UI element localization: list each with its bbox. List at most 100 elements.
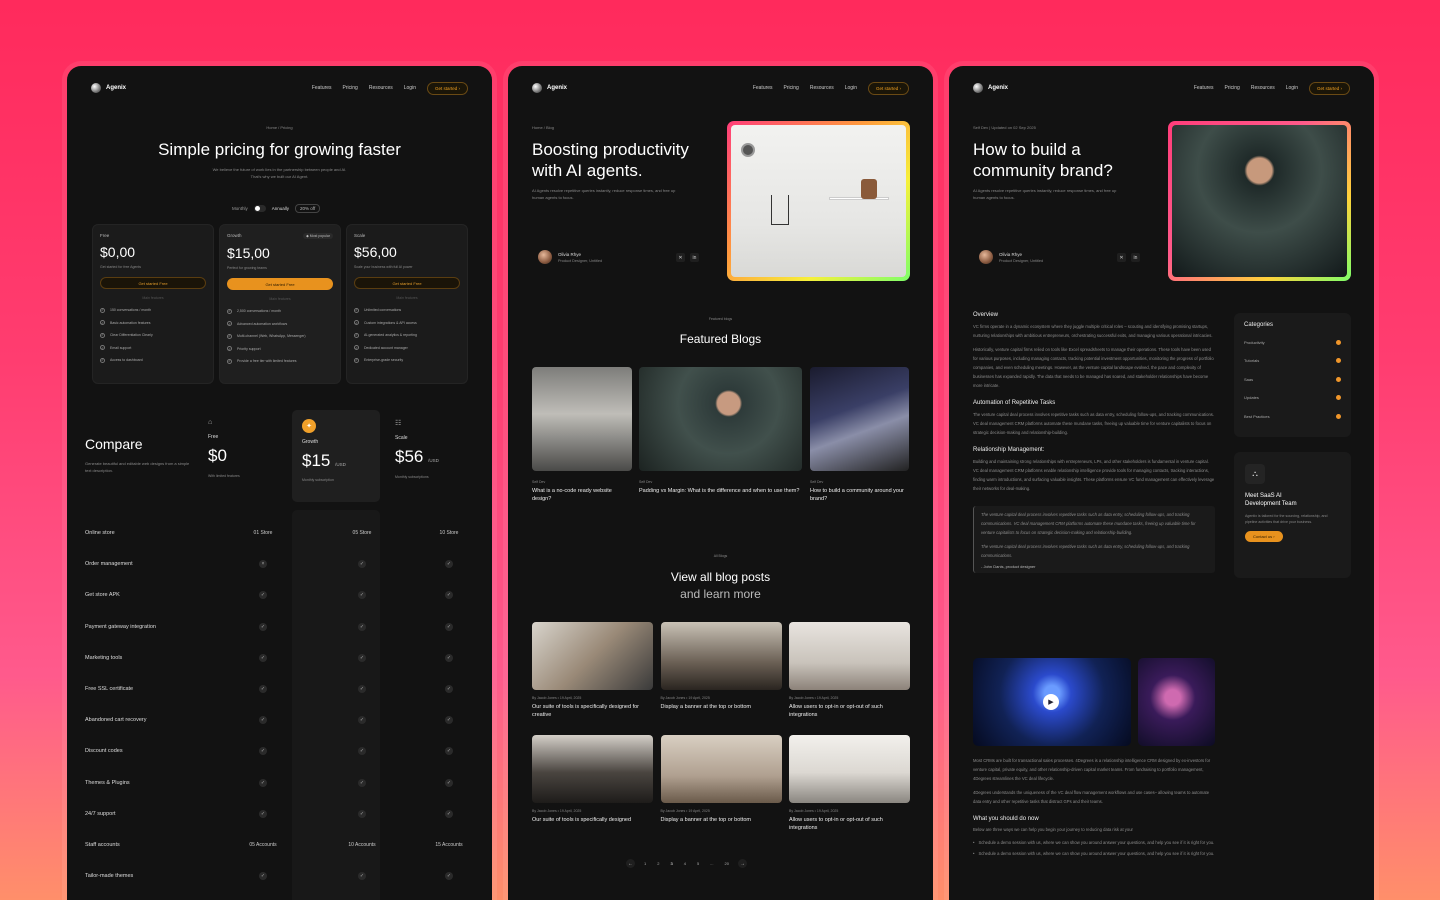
post-title[interactable]: Our suite of tools is specifically desig… bbox=[532, 817, 653, 825]
billing-switch[interactable] bbox=[253, 205, 266, 212]
category-list: Productivity Tutorials Saas Updates Best Pra… bbox=[1244, 333, 1341, 426]
linkedin-icon[interactable]: in bbox=[690, 253, 699, 262]
nav-link-login[interactable]: Login bbox=[404, 85, 416, 91]
category-item[interactable]: Updates bbox=[1244, 389, 1341, 408]
featured-category: Self Dev bbox=[639, 480, 653, 484]
post-card[interactable]: By Jacob Jones • 19 April, 2025 Display a… bbox=[660, 735, 782, 825]
cross-icon: × bbox=[233, 560, 293, 569]
featured-title-text[interactable]: Padding vs Margin: What is the differenc… bbox=[639, 488, 802, 496]
plan-cta-button[interactable]: Get started Free bbox=[100, 277, 206, 289]
nav-link-resources[interactable]: Resources bbox=[1251, 85, 1275, 91]
all-blogs-title-line1: View all blog posts bbox=[670, 570, 771, 584]
plan-cta-button[interactable]: Get started Free bbox=[354, 277, 460, 289]
social-links: ✕ in bbox=[676, 253, 699, 262]
compare-row: Abandoned cart recovery ✓ ✓ ✓ bbox=[85, 711, 474, 729]
nav-link-features[interactable]: Features bbox=[312, 85, 332, 91]
post-card[interactable]: By Jacob Jones • 19 April, 2025 Allow use… bbox=[789, 735, 910, 832]
featured-title-text[interactable]: What is a no-code ready website design? bbox=[532, 488, 632, 503]
category-item[interactable]: Saas bbox=[1244, 370, 1341, 389]
page-number[interactable]: 1 bbox=[644, 861, 646, 866]
nav-link-features[interactable]: Features bbox=[1194, 85, 1214, 91]
twitter-icon[interactable]: ✕ bbox=[1117, 253, 1126, 262]
post-title[interactable]: Our suite of tools is specifically desig… bbox=[532, 704, 653, 719]
nav-link-pricing[interactable]: Pricing bbox=[784, 85, 799, 91]
row-value: 05 Store bbox=[352, 530, 372, 536]
page-number[interactable]: 4 bbox=[684, 861, 686, 866]
feature-item: ✓ Email support bbox=[100, 345, 206, 350]
section-heading: Overview bbox=[973, 312, 999, 318]
post-meta: By Jacob Jones • 19 April, 2025 bbox=[660, 696, 710, 700]
check-icon: ✓ bbox=[100, 332, 105, 338]
get-started-button[interactable]: Get started › bbox=[867, 81, 909, 95]
nav-link-pricing[interactable]: Pricing bbox=[343, 85, 358, 91]
all-blogs-eyebrow: All Blogs bbox=[713, 554, 728, 558]
get-started-button[interactable]: Get started › bbox=[426, 81, 468, 95]
check-icon: ✓ bbox=[358, 685, 366, 693]
nav-link-login[interactable]: Login bbox=[1286, 85, 1298, 91]
post-title[interactable]: Display a banner at the top or bottom bbox=[661, 704, 782, 712]
post-title[interactable]: Allow users to opt-in or opt-out of such… bbox=[789, 704, 910, 719]
hero-desc: AI Agents resolve repetitive queries ins… bbox=[973, 188, 1117, 200]
post-meta: By Jacob Jones • 19 April, 2025 bbox=[789, 696, 839, 700]
hero-image-frame bbox=[727, 121, 910, 281]
nav-link-resources[interactable]: Resources bbox=[369, 85, 393, 91]
quote-author: - John Danis, product designer bbox=[981, 564, 1036, 569]
post-card[interactable]: By Jacob Jones • 19 April, 2025 Our suite… bbox=[532, 622, 653, 719]
page-number[interactable]: 5 bbox=[697, 861, 699, 866]
section-heading: Automation of Repetitive Tasks bbox=[973, 400, 1056, 406]
get-started-button[interactable]: Get started › bbox=[1308, 81, 1350, 95]
page-number[interactable]: ... bbox=[710, 861, 713, 866]
check-icon: ✓ bbox=[259, 685, 267, 693]
nav-link-login[interactable]: Login bbox=[845, 85, 857, 91]
plan-cta-button[interactable]: Get started Free bbox=[227, 278, 333, 290]
plan-card-free: Free $0,00 Get started for free Agents G… bbox=[92, 224, 214, 384]
hero-title: Boosting productivity with AI agents. bbox=[532, 139, 689, 181]
promo-title: Meet SaaS AI Development Team bbox=[1245, 492, 1340, 508]
nav-link-features[interactable]: Features bbox=[753, 85, 773, 91]
brand-logo[interactable]: Agenix bbox=[532, 83, 567, 93]
check-icon: ✓ bbox=[445, 653, 453, 662]
linkedin-icon[interactable]: in bbox=[1131, 253, 1140, 262]
billing-toggle: Monthly Annually 20% off bbox=[232, 204, 321, 213]
post-title[interactable]: Allow users to opt-in or opt-out of such… bbox=[789, 817, 910, 832]
category-item[interactable]: Best Practices bbox=[1244, 407, 1341, 426]
page-number[interactable]: 20 bbox=[725, 861, 729, 866]
page-number[interactable]: 3 bbox=[670, 861, 672, 866]
video-thumbnail[interactable]: ▶ bbox=[973, 658, 1131, 746]
post-card[interactable]: By Jacob Jones • 19 April, 2025 Allow use… bbox=[789, 622, 910, 719]
col-price-value: $15 bbox=[302, 451, 331, 470]
stool-shape bbox=[771, 195, 789, 225]
twitter-icon[interactable]: ✕ bbox=[676, 253, 685, 262]
feature-item: ✓ AI-generated analytics & reporting bbox=[354, 332, 460, 338]
next-page-icon[interactable]: → bbox=[737, 859, 747, 868]
brand-logo[interactable]: Agenix bbox=[91, 83, 126, 93]
prev-page-icon[interactable]: ← bbox=[626, 859, 635, 868]
contact-us-button[interactable]: Contact us › bbox=[1245, 531, 1283, 542]
post-card[interactable]: By Jacob Jones • 19 April, 2025 Our suite… bbox=[532, 735, 653, 825]
category-item[interactable]: Productivity bbox=[1244, 333, 1341, 352]
featured-card[interactable]: Self Dev How to build a community around… bbox=[810, 367, 909, 503]
team-icon: ⛬ bbox=[1245, 464, 1265, 484]
nav-link-resources[interactable]: Resources bbox=[810, 85, 834, 91]
check-icon: ✓ bbox=[100, 357, 105, 363]
featured-title-text[interactable]: How to build a community around your bra… bbox=[810, 488, 909, 503]
post-card[interactable]: By Jacob Jones • 19 April, 2025 Display a… bbox=[660, 622, 782, 712]
page-number[interactable]: 2 bbox=[657, 861, 659, 866]
get-started-label: Get started bbox=[1316, 85, 1340, 91]
row-label: Staff accounts bbox=[85, 842, 120, 848]
toggle-monthly-label[interactable]: Monthly bbox=[232, 206, 248, 211]
category-item[interactable]: Tutorials bbox=[1244, 352, 1341, 371]
blog-page-panel: Agenix Features Pricing Resources Login … bbox=[508, 66, 933, 900]
post-title[interactable]: Display a banner at the top or bottom bbox=[661, 817, 782, 825]
check-icon: ✓ bbox=[259, 653, 267, 662]
paragraph: Most CRMs are built for transactional sa… bbox=[973, 758, 1211, 781]
brand-logo[interactable]: Agenix bbox=[973, 83, 1008, 93]
top-nav: Agenix Features Pricing Resources Login … bbox=[973, 80, 1350, 96]
check-icon: ✓ bbox=[445, 747, 453, 756]
featured-card[interactable]: Self Dev Padding vs Margin: What is the … bbox=[639, 367, 802, 496]
col-price: $0 bbox=[208, 446, 268, 466]
toggle-annually-label[interactable]: Annually bbox=[272, 206, 289, 211]
play-icon[interactable]: ▶ bbox=[1043, 694, 1059, 710]
featured-card[interactable]: Self Dev What is a no-code ready website… bbox=[532, 367, 632, 503]
nav-link-pricing[interactable]: Pricing bbox=[1225, 85, 1240, 91]
